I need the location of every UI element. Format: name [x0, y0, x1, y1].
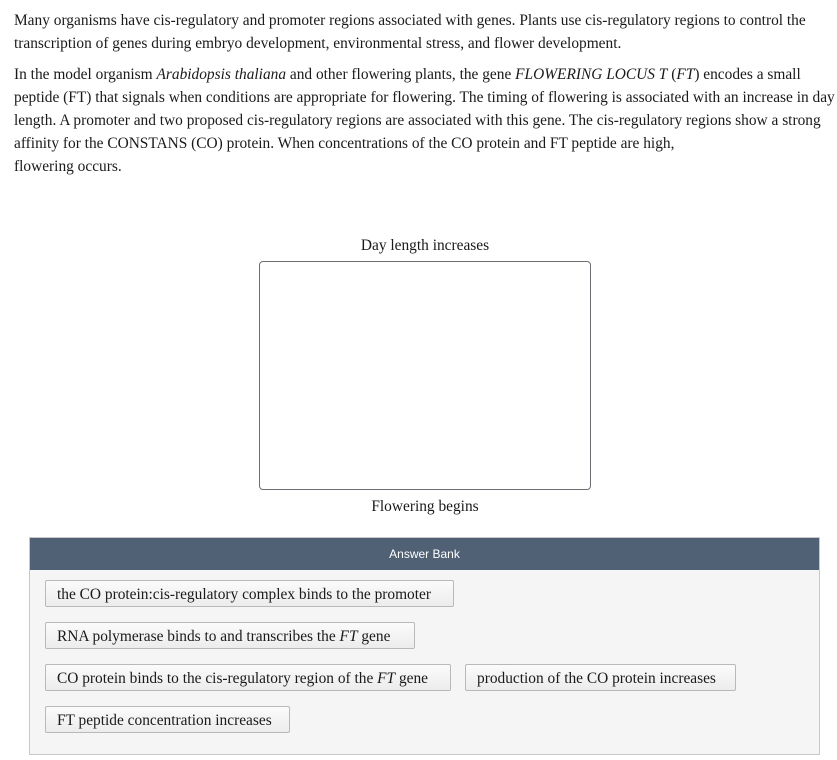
- sequence-drop-zone[interactable]: [259, 261, 591, 490]
- chip-italic: FT: [377, 670, 396, 687]
- chip-italic: FT: [339, 628, 358, 645]
- chip-text: FT peptide concentration increases: [57, 712, 272, 729]
- intro-paragraph-1: Many organisms have cis-regulatory and p…: [14, 12, 806, 52]
- species-name: Arabidopsis thaliana: [156, 66, 287, 83]
- chip-text: RNA polymerase binds to and transcribes …: [57, 628, 340, 645]
- text-segment: In the model organism: [14, 66, 157, 83]
- text-segment: flowering occurs.: [14, 158, 122, 175]
- answer-chip[interactable]: CO protein binds to the cis-regulatory r…: [45, 664, 451, 691]
- chip-text: gene: [357, 628, 391, 645]
- chip-text: the CO protein:cis-regulatory complex bi…: [57, 586, 431, 603]
- answer-bank: Answer Bank the CO protein:cis-regulator…: [29, 537, 820, 755]
- chip-text: production of the CO protein increases: [477, 670, 716, 687]
- answer-chip[interactable]: the CO protein:cis-regulatory complex bi…: [45, 580, 454, 607]
- sequence-start-label: Day length increases: [360, 237, 490, 254]
- chip-text: CO protein binds to the cis-regulatory r…: [57, 670, 378, 687]
- answer-chip[interactable]: production of the CO protein increases: [465, 664, 736, 691]
- chip-text: gene: [395, 670, 429, 687]
- gene-abbreviation: FT: [676, 66, 695, 83]
- text-segment: and other flowering plants, the gene: [286, 66, 516, 83]
- answer-chip[interactable]: FT peptide concentration increases: [45, 706, 290, 733]
- text-segment: (: [667, 66, 677, 83]
- answer-chip[interactable]: RNA polymerase binds to and transcribes …: [45, 622, 415, 649]
- sequence-end-label: Flowering begins: [371, 498, 479, 515]
- answer-bank-header: Answer Bank: [30, 538, 819, 570]
- intro-paragraph-2: In the model organism Arabidopsis thalia…: [14, 63, 836, 178]
- gene-name: FLOWERING LOCUS T: [515, 66, 668, 83]
